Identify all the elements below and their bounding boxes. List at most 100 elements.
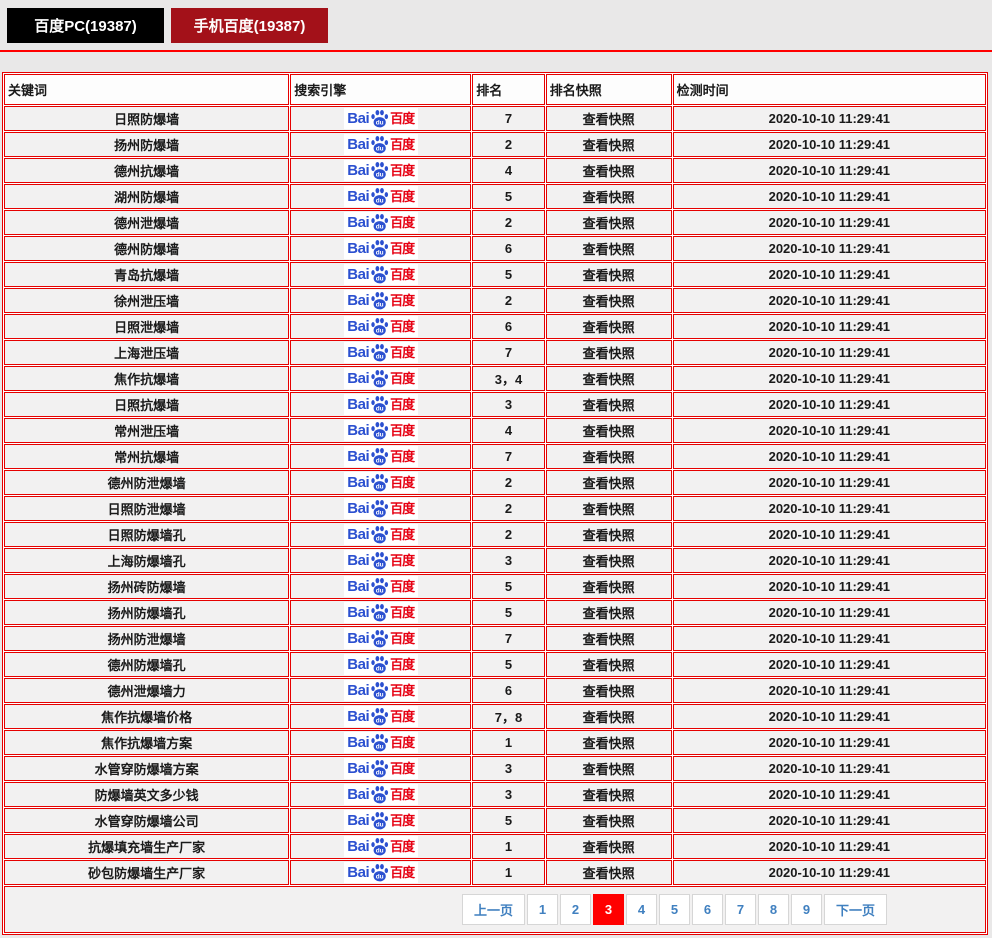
baidu-logo-du-text: du [376, 743, 384, 750]
view-snapshot-link[interactable]: 查看快照 [583, 372, 635, 387]
rank-cell: 5 [472, 262, 545, 287]
view-snapshot-link[interactable]: 查看快照 [583, 632, 635, 647]
view-snapshot-link[interactable]: 查看快照 [583, 840, 635, 855]
page-button-5[interactable]: 5 [659, 894, 690, 925]
view-snapshot-link[interactable]: 查看快照 [583, 658, 635, 673]
view-snapshot-link[interactable]: 查看快照 [583, 554, 635, 569]
snapshot-cell: 查看快照 [546, 756, 672, 781]
view-snapshot-link[interactable]: 查看快照 [583, 294, 635, 309]
engine-cell: Bai du 百度 [290, 210, 471, 235]
view-snapshot-link[interactable]: 查看快照 [583, 320, 635, 335]
keyword-cell: 防爆墙英文多少钱 [4, 782, 289, 807]
baidu-paw-icon: du [370, 837, 389, 856]
page-button-3[interactable]: 3 [593, 894, 624, 925]
view-snapshot-link[interactable]: 查看快照 [583, 788, 635, 803]
baidu-logo-cn-text: 百度 [390, 372, 414, 385]
baidu-paw-icon: du [370, 291, 389, 310]
view-snapshot-link[interactable]: 查看快照 [583, 424, 635, 439]
check-time-cell: 2020-10-10 11:29:41 [673, 470, 986, 495]
col-header-rank: 排名 [472, 74, 545, 105]
baidu-logo-du-text: du [376, 795, 384, 802]
page-button-9[interactable]: 9 [791, 894, 822, 925]
view-snapshot-link[interactable]: 查看快照 [583, 476, 635, 491]
check-time-cell: 2020-10-10 11:29:41 [673, 704, 986, 729]
tab-baidu-mobile[interactable]: 手机百度(19387) [171, 8, 328, 43]
baidu-logo-bai-text: Bai [347, 137, 369, 152]
baidu-logo-du-text: du [376, 483, 384, 490]
rank-cell: 7 [472, 340, 545, 365]
engine-cell: Bai du 百度 [290, 652, 471, 677]
page-button-8[interactable]: 8 [758, 894, 789, 925]
tab-baidu-pc[interactable]: 百度PC(19387) [7, 8, 164, 43]
view-snapshot-link[interactable]: 查看快照 [583, 138, 635, 153]
baidu-logo-du-text: du [376, 613, 384, 620]
baidu-logo-cn-text: 百度 [390, 528, 414, 541]
baidu-logo: Bai du 百度 [344, 186, 418, 207]
baidu-logo-bai-text: Bai [347, 735, 369, 750]
baidu-logo-du-text: du [376, 223, 384, 230]
baidu-paw-icon: du [370, 577, 389, 596]
prev-page-button[interactable]: 上一页 [462, 894, 525, 925]
baidu-logo: Bai du 百度 [344, 238, 418, 259]
table-row: 焦作抗爆墙方案 Bai du 百度 1 查看快照 [4, 730, 986, 755]
engine-cell: Bai du 百度 [290, 288, 471, 313]
view-snapshot-link[interactable]: 查看快照 [583, 528, 635, 543]
view-snapshot-link[interactable]: 查看快照 [583, 190, 635, 205]
view-snapshot-link[interactable]: 查看快照 [583, 762, 635, 777]
rank-cell: 6 [472, 236, 545, 261]
view-snapshot-link[interactable]: 查看快照 [583, 398, 635, 413]
keyword-cell: 德州抗爆墙 [4, 158, 289, 183]
view-snapshot-link[interactable]: 查看快照 [583, 710, 635, 725]
snapshot-cell: 查看快照 [546, 782, 672, 807]
view-snapshot-link[interactable]: 查看快照 [583, 268, 635, 283]
baidu-logo: Bai du 百度 [344, 680, 418, 701]
engine-cell: Bai du 百度 [290, 392, 471, 417]
view-snapshot-link[interactable]: 查看快照 [583, 164, 635, 179]
baidu-logo-cn-text: 百度 [390, 788, 414, 801]
baidu-logo-du-text: du [376, 873, 384, 880]
view-snapshot-link[interactable]: 查看快照 [583, 112, 635, 127]
baidu-logo-du-text: du [376, 821, 384, 828]
page-button-7[interactable]: 7 [725, 894, 756, 925]
view-snapshot-link[interactable]: 查看快照 [583, 736, 635, 751]
page-button-1[interactable]: 1 [527, 894, 558, 925]
baidu-logo: Bai du 百度 [344, 706, 418, 727]
rank-cell: 3 [472, 548, 545, 573]
check-time-cell: 2020-10-10 11:29:41 [673, 782, 986, 807]
rank-cell: 2 [472, 210, 545, 235]
page-button-6[interactable]: 6 [692, 894, 723, 925]
rank-cell: 2 [472, 288, 545, 313]
page-button-2[interactable]: 2 [560, 894, 591, 925]
baidu-logo: Bai du 百度 [344, 654, 418, 675]
baidu-paw-icon: du [370, 733, 389, 752]
baidu-logo-cn-text: 百度 [390, 112, 414, 125]
view-snapshot-link[interactable]: 查看快照 [583, 242, 635, 257]
next-page-button[interactable]: 下一页 [824, 894, 887, 925]
rank-cell: 5 [472, 652, 545, 677]
baidu-logo-bai-text: Bai [347, 761, 369, 776]
rank-cell: 3 [472, 756, 545, 781]
view-snapshot-link[interactable]: 查看快照 [583, 580, 635, 595]
view-snapshot-link[interactable]: 查看快照 [583, 346, 635, 361]
check-time-cell: 2020-10-10 11:29:41 [673, 548, 986, 573]
table-header-row: 关键词 搜索引擎 排名 排名快照 检测时间 [4, 74, 986, 105]
baidu-paw-icon: du [370, 863, 389, 882]
view-snapshot-link[interactable]: 查看快照 [583, 684, 635, 699]
baidu-logo-bai-text: Bai [347, 111, 369, 126]
page-button-4[interactable]: 4 [626, 894, 657, 925]
baidu-logo-cn-text: 百度 [390, 242, 414, 255]
baidu-paw-icon: du [370, 473, 389, 492]
engine-cell: Bai du 百度 [290, 782, 471, 807]
view-snapshot-link[interactable]: 查看快照 [583, 866, 635, 881]
keyword-cell: 焦作抗爆墙方案 [4, 730, 289, 755]
baidu-logo-du-text: du [376, 145, 384, 152]
keyword-cell: 常州抗爆墙 [4, 444, 289, 469]
view-snapshot-link[interactable]: 查看快照 [583, 606, 635, 621]
view-snapshot-link[interactable]: 查看快照 [583, 814, 635, 829]
baidu-logo-bai-text: Bai [347, 605, 369, 620]
view-snapshot-link[interactable]: 查看快照 [583, 450, 635, 465]
view-snapshot-link[interactable]: 查看快照 [583, 502, 635, 517]
baidu-logo-du-text: du [376, 405, 384, 412]
check-time-cell: 2020-10-10 11:29:41 [673, 522, 986, 547]
view-snapshot-link[interactable]: 查看快照 [583, 216, 635, 231]
